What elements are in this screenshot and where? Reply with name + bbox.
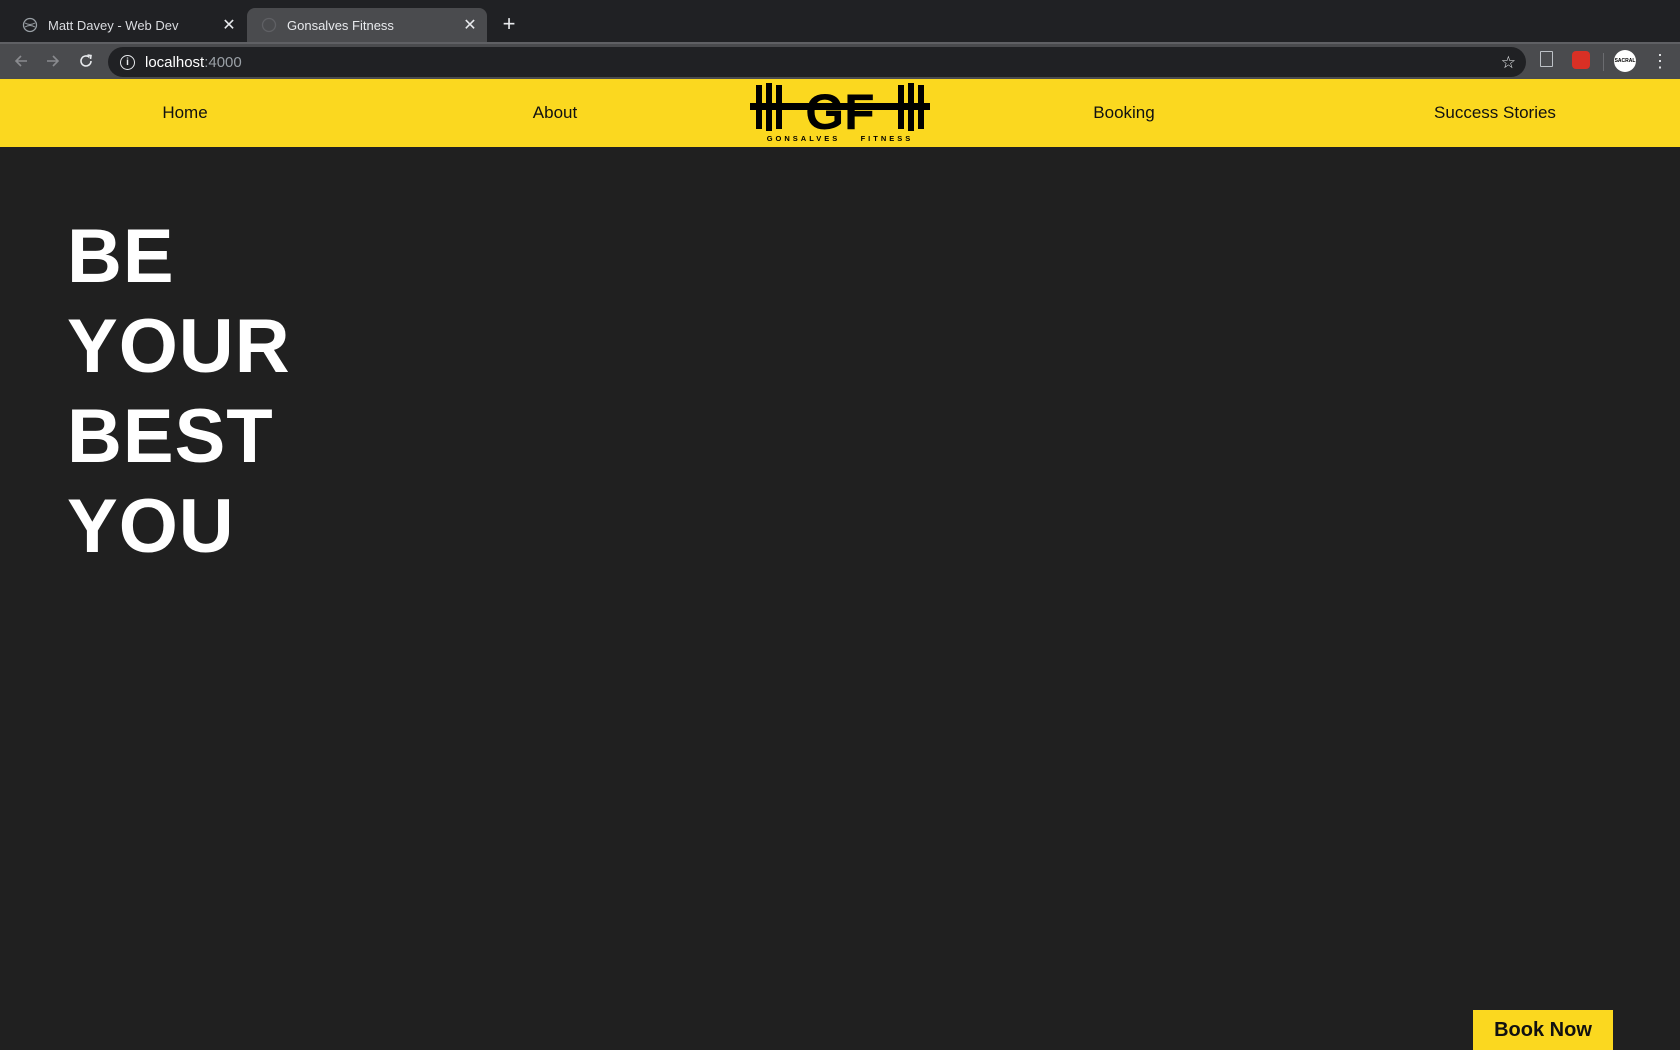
browser-tab-matt-davey[interactable]: Matt Davey - Web Dev ✕: [8, 8, 246, 42]
browser-toolbar: i localhost:4000 ☆ SACRAL ⋮: [0, 42, 1680, 79]
hero-line: BEST: [67, 394, 274, 479]
close-tab-icon[interactable]: ✕: [461, 16, 479, 34]
back-arrow-icon[interactable]: [10, 50, 32, 72]
address-port: :4000: [204, 53, 242, 71]
nav-home-link[interactable]: Home: [162, 103, 207, 123]
forward-arrow-icon[interactable]: [42, 50, 64, 72]
hero-line: YOU: [67, 484, 235, 569]
browser-menu-icon[interactable]: ⋮: [1651, 50, 1669, 72]
logo-wordmark: GONSALVES FITNESS: [767, 134, 914, 143]
hero-headline: BE YOUR BEST YOU: [67, 212, 291, 572]
red-extension-icon[interactable]: [1572, 51, 1590, 69]
gonsalves-fitness-logo[interactable]: GF GONSALVES FITNESS: [748, 79, 932, 145]
hero-line: YOUR: [67, 304, 291, 389]
profile-avatar[interactable]: SACRAL: [1614, 50, 1636, 72]
tab-title: Matt Davey - Web Dev: [48, 17, 179, 33]
browser-tabstrip: Matt Davey - Web Dev ✕ Gonsalves Fitness…: [0, 0, 1680, 42]
bookmark-star-icon[interactable]: ☆: [1501, 53, 1516, 73]
document-extension-icon[interactable]: [1540, 51, 1553, 67]
browser-tab-gonsalves-fitness[interactable]: Gonsalves Fitness ✕: [247, 8, 487, 42]
site-navbar: Home About GF GONSALVES FITNESS Booking …: [0, 79, 1680, 147]
globe-icon: [261, 17, 277, 33]
toolbar-divider: [1603, 53, 1604, 71]
address-bar[interactable]: i localhost:4000 ☆: [108, 47, 1526, 77]
logo-monogram: GF: [805, 84, 874, 140]
address-host: localhost: [145, 53, 205, 71]
tab-title: Gonsalves Fitness: [287, 17, 394, 33]
book-now-button[interactable]: Book Now: [1473, 1010, 1613, 1050]
reload-icon[interactable]: [75, 50, 97, 72]
nav-about-link[interactable]: About: [533, 103, 577, 123]
new-tab-plus-icon[interactable]: +: [498, 13, 520, 35]
profile-label: SACRAL: [1614, 58, 1636, 64]
nav-success-stories-link[interactable]: Success Stories: [1434, 103, 1556, 123]
info-icon[interactable]: i: [120, 54, 135, 70]
nav-booking-link[interactable]: Booking: [1093, 103, 1154, 123]
globe-icon: [22, 17, 38, 33]
close-tab-icon[interactable]: ✕: [220, 16, 238, 34]
hero-line: BE: [67, 214, 175, 299]
